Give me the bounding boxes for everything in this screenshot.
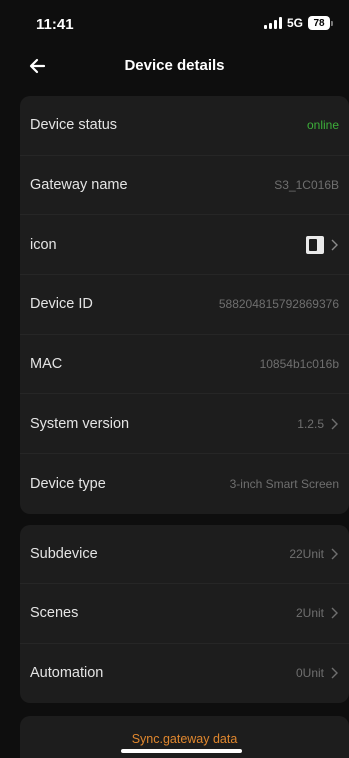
row-label: Device status — [30, 117, 118, 134]
device-type-row: Device type 3-inch Smart Screen — [20, 454, 349, 514]
related-items-card: Subdevice 22Unit Scenes 2Unit Automation… — [20, 525, 349, 703]
device-thumbnail-icon — [306, 235, 324, 254]
status-indicators: 5G 78 — [263, 16, 333, 30]
subdevice-row[interactable]: Subdevice 22Unit — [20, 525, 349, 585]
chevron-right-icon — [331, 239, 338, 251]
chevron-right-icon — [331, 607, 338, 619]
row-value: 2Unit — [295, 606, 324, 621]
battery-tip — [331, 20, 333, 26]
chevron-right-icon — [331, 418, 338, 430]
chevron-right-icon — [331, 667, 338, 679]
row-value: 22Unit — [289, 547, 324, 562]
row-label: MAC — [30, 356, 63, 373]
row-value: 0Unit — [295, 666, 324, 681]
device-id-row: Device ID 588204815792869376 — [20, 275, 349, 335]
battery-icon: 78 — [308, 16, 330, 30]
mac-row: MAC 10854b1c016b — [20, 335, 349, 395]
row-label: System version — [30, 415, 130, 432]
row-label: Device type — [30, 475, 106, 492]
sync-gateway-button[interactable]: Sync.gateway data — [20, 732, 349, 746]
network-type: 5G — [286, 16, 303, 30]
row-label: Subdevice — [30, 546, 98, 563]
home-indicator[interactable] — [121, 749, 242, 753]
row-label: Automation — [30, 665, 104, 682]
device-status-row: Device status online — [20, 96, 349, 156]
page-title: Device details — [124, 57, 225, 74]
row-value: 588204815792869376 — [218, 297, 339, 312]
row-value: 10854b1c016b — [259, 357, 339, 372]
row-label: Device ID — [30, 296, 93, 313]
device-info-card: Device status online Gateway name S3_1C0… — [20, 96, 349, 514]
row-value: S3_1C016B — [274, 178, 339, 193]
header: Device details — [0, 50, 349, 84]
row-value: 1.2.5 — [297, 416, 324, 431]
row-label: Scenes — [30, 605, 79, 622]
chevron-right-icon — [331, 548, 338, 560]
system-version-row[interactable]: System version 1.2.5 — [20, 394, 349, 455]
gateway-name-row[interactable]: Gateway name S3_1C016B — [20, 156, 349, 216]
status-time: 11:41 — [36, 16, 74, 33]
row-label: Gateway name — [30, 177, 128, 194]
automation-row[interactable]: Automation 0Unit — [20, 644, 349, 703]
device-details-screen: 11:41 5G 78 Device details Device status… — [0, 0, 349, 758]
status-bar: 11:41 5G 78 — [0, 0, 349, 50]
row-label: icon — [30, 236, 57, 253]
row-value: 3-inch Smart Screen — [229, 476, 339, 491]
scenes-row[interactable]: Scenes 2Unit — [20, 584, 349, 644]
icon-row[interactable]: icon — [20, 215, 349, 276]
signal-icon — [263, 17, 282, 29]
status-value: online — [306, 118, 339, 133]
